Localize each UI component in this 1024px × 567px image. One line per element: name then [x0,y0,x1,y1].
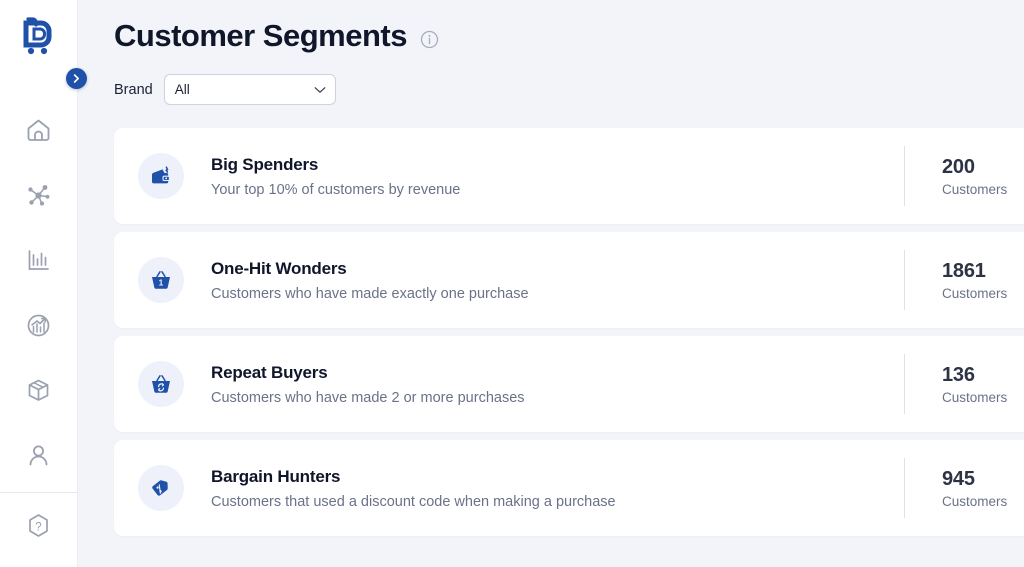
sidebar-item-home[interactable] [0,98,77,163]
segment-count-label: Customers [942,285,1008,301]
wallet-icon [152,166,170,184]
segment-count: 200 [942,155,975,178]
brand-filter-value: All [174,82,190,97]
sidebar-expand-toggle[interactable] [66,68,87,89]
segment-title: Repeat Buyers [211,362,328,382]
segment-icon-wrapper: 1 [138,257,184,303]
basket-repeat-icon [152,375,170,393]
segment-title: Bargain Hunters [211,466,341,486]
segment-card[interactable]: 1 One-Hit Wonders Customers who have mad… [114,232,1024,328]
segment-card[interactable]: Big Spenders Your top 10% of customers b… [114,128,1024,224]
segment-title: Big Spenders [211,154,319,174]
sidebar-nav [0,98,77,488]
filter-bar: Brand All [78,54,1024,105]
segment-icon-wrapper [138,465,184,511]
segment-count: 945 [942,467,975,490]
network-hub-icon [28,185,50,206]
segment-icon-wrapper [138,361,184,407]
stat-divider [904,458,905,518]
segment-description: Customers who have made 2 or more purcha… [211,389,525,406]
segment-description: Your top 10% of customers by revenue [211,181,461,198]
person-icon [29,445,48,466]
segment-text: One-Hit Wonders Customers who have made … [211,259,529,302]
stat-divider [904,354,905,414]
sidebar: ? [0,0,87,567]
segment-text: Repeat Buyers Customers who have made 2 … [211,363,525,406]
stat-text: 945 Customers [942,468,1007,509]
shopping-cart-b-logo [23,17,51,55]
discount-tag-icon [152,480,168,496]
sidebar-item-reports[interactable] [0,228,77,293]
growth-analytics-icon [27,314,50,337]
sidebar-item-integrations[interactable] [0,163,77,228]
chevron-right-icon [73,74,79,83]
stat-divider [904,250,905,310]
segment-description: Customers that used a discount code when… [211,493,616,510]
info-circle-icon[interactable] [420,30,439,49]
app-logo[interactable] [11,8,67,64]
stat-text: 136 Customers [942,364,1007,405]
brand-filter-select[interactable]: All [163,74,336,105]
svg-text:1: 1 [159,278,164,288]
segment-count: 136 [942,363,975,386]
segment-stat: 200 Customers [904,146,1007,206]
segment-description: Customers who have made exactly one purc… [211,285,529,302]
segment-card[interactable]: Bargain Hunters Customers that used a di… [114,440,1024,536]
segment-title: One-Hit Wonders [211,258,347,278]
segment-count-label: Customers [942,493,1008,509]
bar-chart-icon [28,250,49,270]
segment-count-label: Customers [942,389,1008,405]
stat-divider [904,146,905,206]
segment-icon-wrapper [138,153,184,199]
stat-text: 200 Customers [942,156,1007,197]
page-header: Customer Segments [78,0,1024,54]
sidebar-nav-bottom: ? [0,493,77,558]
sidebar-item-analytics[interactable] [0,293,77,358]
segment-count: 1861 [942,259,986,282]
help-hexagon-icon: ? [29,514,48,537]
segment-stat: 136 Customers [904,354,1007,414]
segment-list: Big Spenders Your top 10% of customers b… [114,128,1024,536]
segment-stat: 945 Customers [904,458,1007,518]
segment-count-label: Customers [942,181,1008,197]
sidebar-item-customers[interactable] [0,423,77,488]
package-box-icon [28,379,49,401]
app-root: ? Customer Segments Brand All Big Spende… [0,0,1024,567]
sidebar-item-help[interactable]: ? [0,493,77,558]
svg-text:?: ? [35,521,41,533]
page-title: Customer Segments [114,18,407,53]
home-icon [27,119,50,141]
segment-text: Bargain Hunters Customers that used a di… [211,467,616,510]
segment-stat: 1861 Customers [904,250,1007,310]
segment-text: Big Spenders Your top 10% of customers b… [211,155,460,198]
chevron-down-icon [314,87,326,93]
main-content: Customer Segments Brand All Big Spenders… [78,0,1024,567]
basket-one-icon: 1 [152,271,170,289]
stat-text: 1861 Customers [942,260,1007,301]
sidebar-item-products[interactable] [0,358,77,423]
brand-filter-label: Brand [114,81,153,98]
segment-card[interactable]: Repeat Buyers Customers who have made 2 … [114,336,1024,432]
